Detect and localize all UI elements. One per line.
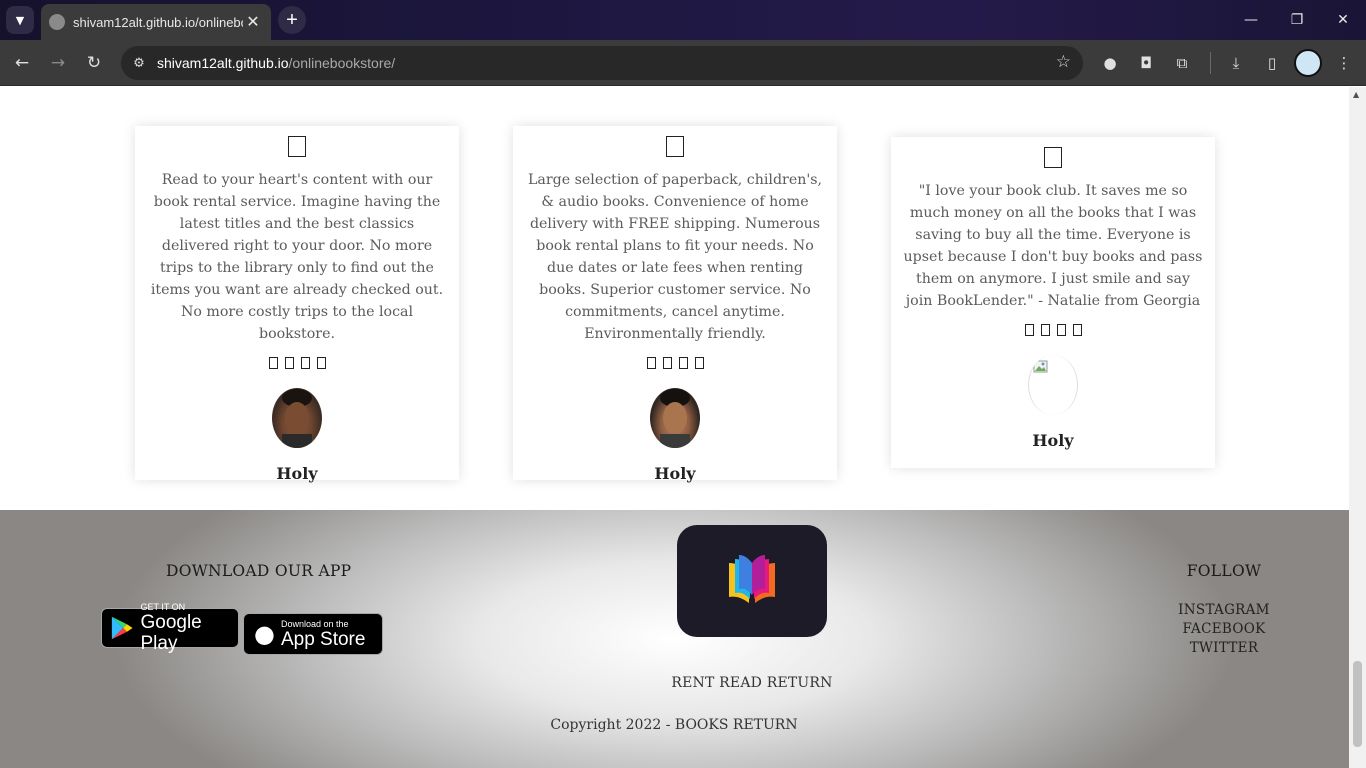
testimonial-text: Read to your heart's content with our bo… [150, 172, 444, 342]
google-play-icon [111, 616, 133, 640]
star-icon [1056, 324, 1066, 336]
toolbar-separator [1210, 52, 1211, 74]
star-icon [268, 357, 278, 369]
minimize-icon[interactable]: — [1228, 0, 1274, 40]
download-app-heading: DOWNLOAD OUR APP [166, 562, 352, 580]
page-viewport: Read to your heart's content with our bo… [0, 87, 1349, 768]
follow-heading: FOLLOW [1186, 562, 1262, 580]
browser-toolbar: ← → ↻ ⚙ shivam12alt.github.io/onlinebook… [0, 40, 1366, 86]
testimonial-text: Large selection of paperback, children's… [527, 172, 823, 342]
scroll-up-arrow-icon[interactable]: ▲ [1353, 90, 1359, 99]
address-bar[interactable]: ⚙ shivam12alt.github.io/onlinebookstore/… [121, 46, 1083, 80]
star-icon [694, 357, 704, 369]
forward-icon[interactable]: → [44, 49, 72, 77]
side-panel-icon[interactable]: ▯ [1258, 49, 1286, 77]
extensions-puzzle-icon[interactable]: ⧉ [1168, 49, 1196, 77]
instagram-link[interactable]: INSTAGRAM [1150, 602, 1298, 618]
close-window-icon[interactable]: ✕ [1320, 0, 1366, 40]
back-icon[interactable]: ← [8, 49, 36, 77]
tab-search-button[interactable]: ▼ [6, 6, 34, 34]
browser-menu-icon[interactable]: ⋮ [1330, 49, 1358, 77]
reload-icon[interactable]: ↻ [80, 49, 108, 77]
star-rating [513, 357, 837, 369]
broken-image-icon [1033, 360, 1048, 373]
google-play-badge[interactable]: GET IT ON Google Play [101, 602, 239, 654]
url-path: /onlinebookstore/ [288, 55, 396, 71]
star-icon [678, 357, 688, 369]
url-host: shivam12alt.github.io [157, 55, 289, 71]
bookmark-star-icon[interactable]: ☆ [1056, 52, 1071, 72]
testimonial-card-2: Large selection of paperback, children's… [513, 126, 837, 483]
star-icon [316, 357, 326, 369]
app-store-small-text: Download on the [280, 618, 349, 629]
star-icon [1024, 324, 1034, 336]
site-logo[interactable] [677, 525, 827, 637]
star-rating [891, 324, 1215, 336]
google-play-small-text: GET IT ON [140, 602, 186, 612]
reviewer-name: Holy [654, 464, 696, 483]
new-tab-button[interactable]: + [278, 6, 306, 34]
browser-tab-bar: ▼ shivam12alt.github.io/onlinebookstore/… [0, 0, 1366, 40]
tagline: RENT READ RETURN [671, 675, 833, 691]
twitter-link[interactable]: TWITTER [1150, 640, 1298, 656]
quote-icon [1044, 147, 1062, 168]
browser-tab-active[interactable]: shivam12alt.github.io/onlinebookstore/ ✕ [41, 4, 271, 40]
download-icon[interactable]: ⤓ [1222, 49, 1250, 77]
person-photo-icon [282, 389, 312, 448]
facebook-link[interactable]: FACEBOOK [1150, 621, 1298, 637]
url-text[interactable]: shivam12alt.github.io/onlinebookstore/ [157, 55, 395, 71]
app-store-big-text: App Store [280, 628, 366, 650]
google-play-big-text: Google Play [140, 612, 202, 654]
cookie-extension-icon[interactable]: ● [1096, 49, 1124, 77]
star-icon [1072, 324, 1082, 336]
profile-avatar[interactable] [1294, 49, 1322, 77]
app-store-badge[interactable]: ● Download on the App Store [243, 613, 383, 655]
reviewer-name: Holy [276, 464, 318, 483]
testimonial-card-1: Read to your heart's content with our bo… [135, 126, 459, 483]
scrollbar-thumb[interactable] [1353, 661, 1362, 747]
quote-icon [288, 136, 306, 157]
avatar [650, 388, 700, 448]
avatar [272, 388, 322, 448]
quote-icon [666, 136, 684, 157]
open-book-logo-icon [729, 555, 775, 603]
avatar [1028, 355, 1078, 415]
star-icon [300, 357, 310, 369]
testimonial-card-3: "I love your book club. It saves me so m… [891, 137, 1215, 468]
site-footer: DOWNLOAD OUR APP GET IT ON Google Play ●… [0, 510, 1349, 768]
site-info-icon[interactable]: ⚙ [125, 49, 153, 77]
chevron-down-icon: ▼ [15, 13, 25, 27]
reviewer-name: Holy [1032, 431, 1074, 450]
globe-icon [49, 14, 65, 30]
star-icon [662, 357, 672, 369]
page-scrollbar[interactable]: ▲ [1349, 87, 1366, 768]
star-icon [646, 357, 656, 369]
camera-extension-icon[interactable]: ◘ [1132, 49, 1160, 77]
testimonial-text: "I love your book club. It saves me so m… [903, 183, 1203, 309]
star-icon [284, 357, 294, 369]
close-tab-icon[interactable]: ✕ [243, 12, 263, 32]
apple-icon: ● [254, 620, 275, 648]
person-photo-icon [660, 389, 690, 448]
copyright-text: Copyright 2022 - BOOKS RETURN [550, 717, 798, 733]
star-rating [135, 357, 459, 369]
tab-title: shivam12alt.github.io/onlinebookstore/ [73, 14, 243, 30]
restore-icon[interactable]: ❐ [1274, 0, 1320, 40]
star-icon [1040, 324, 1050, 336]
